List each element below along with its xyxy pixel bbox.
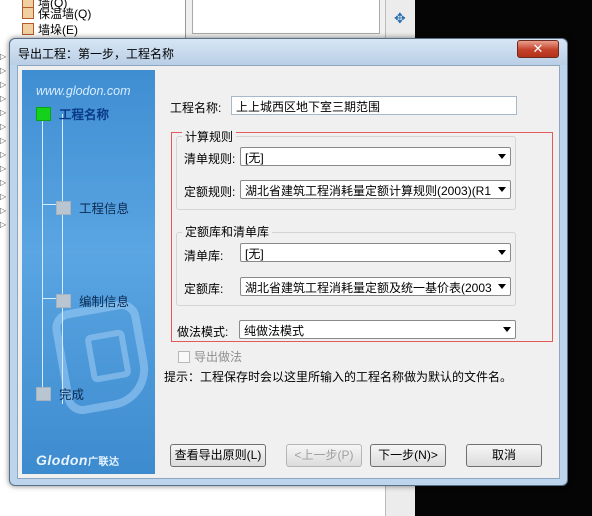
libraries-title: 定额库和清单库 bbox=[182, 223, 273, 240]
bill-rule-label: 清单规则: bbox=[184, 152, 236, 166]
background-panel bbox=[185, 0, 385, 40]
quota-rule-label: 定额规则: bbox=[184, 185, 236, 199]
export-project-dialog: 导出工程：第一步，工程名称 ✕ www.glodon.com 工程名称 工程信息… bbox=[9, 38, 568, 486]
cancel-button[interactable]: 取消 bbox=[466, 444, 542, 467]
chevron-down-icon bbox=[498, 154, 506, 159]
method-mode-label: 做法模式: bbox=[177, 325, 229, 339]
tree-item[interactable]: 保温墙(Q) bbox=[22, 5, 91, 21]
background-list bbox=[192, 0, 380, 34]
step-finish: 完成 bbox=[36, 384, 84, 403]
step-connector-line bbox=[42, 114, 43, 390]
insulation-wall-icon bbox=[22, 7, 34, 19]
calc-rules-title: 计算规则 bbox=[182, 128, 237, 145]
wall-pier-icon bbox=[22, 23, 34, 35]
method-mode-select[interactable]: 纯做法模式 bbox=[239, 320, 516, 339]
step-active-marker-icon bbox=[36, 106, 51, 121]
checkbox-icon bbox=[178, 350, 190, 363]
dialog-titlebar[interactable]: 导出工程：第一步，工程名称 ✕ bbox=[10, 39, 567, 65]
bill-rule-select[interactable]: [无] bbox=[240, 147, 511, 166]
move-icon[interactable]: ✥ bbox=[394, 10, 406, 27]
bill-lib-label: 清单库: bbox=[184, 249, 224, 263]
step-marker-icon bbox=[56, 293, 71, 308]
dialog-title: 导出工程：第一步，工程名称 bbox=[18, 47, 175, 61]
chevron-down-icon bbox=[498, 284, 506, 289]
project-name-label: 工程名称: bbox=[170, 101, 222, 115]
project-name-input[interactable]: 上上城西区地下室三期范围 bbox=[231, 96, 517, 115]
hint-text: 提示：工程保存时会以这里所输入的工程名称做为默认的文件名。 bbox=[164, 370, 513, 384]
prev-button[interactable]: <上一步(P) bbox=[286, 444, 362, 467]
tree-item[interactable]: 墙垛(E) bbox=[22, 21, 78, 37]
close-button[interactable]: ✕ bbox=[517, 40, 559, 58]
step-compile-info: 编制信息 bbox=[56, 291, 129, 310]
chevron-down-icon bbox=[498, 187, 506, 192]
step-connector-line bbox=[62, 114, 63, 404]
chevron-down-icon bbox=[498, 250, 506, 255]
next-button[interactable]: 下一步(N)> bbox=[370, 444, 446, 467]
step-project-name: 工程名称 bbox=[36, 104, 109, 123]
wizard-steps-panel: www.glodon.com 工程名称 工程信息 编制信息 完成 Glodon广… bbox=[22, 70, 155, 474]
export-method-checkbox[interactable]: 导出做法 bbox=[178, 348, 242, 365]
glodon-watermark-icon bbox=[84, 328, 132, 384]
step-project-info: 工程信息 bbox=[56, 198, 129, 217]
website-text: www.glodon.com bbox=[36, 84, 131, 98]
background-tree: 墙(Q) 保温墙(Q) 墙垛(E) bbox=[0, 0, 185, 40]
quota-lib-select[interactable]: 湖北省建筑工程消耗量定额及统一基价表(2003 bbox=[240, 277, 511, 296]
background-scroll-markers: ▷ ▷ ▷ ▷ ▷ ▷ ▷ ▷ ▷ ▷ ▷ ▷ ▷ bbox=[0, 52, 7, 229]
step-marker-icon bbox=[56, 200, 71, 215]
close-icon: ✕ bbox=[532, 41, 544, 56]
chevron-down-icon bbox=[503, 327, 511, 332]
glodon-logo: Glodon广联达 bbox=[36, 452, 120, 468]
dialog-client-area: www.glodon.com 工程名称 工程信息 编制信息 完成 Glodon广… bbox=[17, 65, 560, 479]
quota-lib-label: 定额库: bbox=[184, 282, 224, 296]
step-marker-icon bbox=[36, 386, 51, 401]
quota-rule-select[interactable]: 湖北省建筑工程消耗量定额计算规则(2003)(R1 bbox=[240, 180, 511, 199]
bill-lib-select[interactable]: [无] bbox=[240, 243, 511, 262]
view-export-rules-button[interactable]: 查看导出原则(L) bbox=[170, 444, 266, 467]
